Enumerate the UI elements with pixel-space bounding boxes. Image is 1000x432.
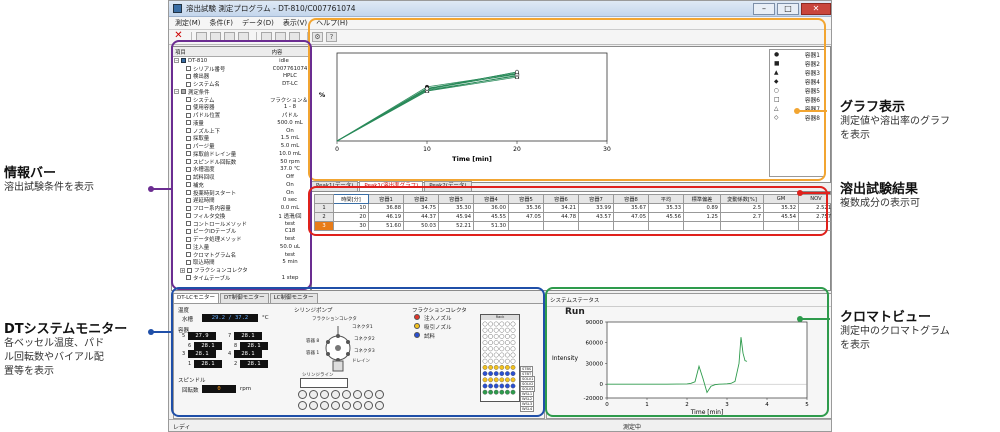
info-highlight-frame	[171, 40, 312, 290]
info-callout: 情報バー 溶出試験条件を表示	[4, 162, 94, 195]
app-icon	[173, 4, 182, 13]
menu-condition[interactable]: 条件(F)	[210, 18, 234, 28]
dt-callout-desc-2: ル回転数やバイアル配	[4, 352, 104, 363]
graph-leader-dot	[794, 108, 800, 114]
chrom-leader-dot	[797, 316, 803, 322]
status-center: 測定中	[623, 424, 642, 431]
info-leader-dot	[148, 186, 154, 192]
dt-callout: DTシステムモニター 各ベッセル温度、パド ル回転数やバイアル配 置等を表示	[4, 318, 127, 379]
status-left: レディ	[173, 424, 191, 431]
dt-leader-dot	[148, 329, 154, 335]
result-leader	[800, 192, 830, 194]
graph-leader	[797, 110, 827, 112]
close-button[interactable]: ✕	[801, 2, 831, 15]
minimize-button[interactable]: –	[753, 2, 775, 15]
info-callout-desc-1: 溶出試験条件を表示	[4, 182, 94, 193]
result-callout: 溶出試験結果 複数成分の表示可	[840, 178, 920, 211]
chrom-callout-title: クロマトビュー	[840, 310, 932, 325]
chrom-highlight-frame	[545, 287, 829, 417]
menu-view[interactable]: 表示(V)	[283, 18, 307, 28]
graph-callout-desc-2: を表示	[840, 130, 870, 141]
chrom-leader	[800, 318, 830, 320]
graph-highlight-frame	[308, 18, 826, 181]
graph-callout: グラフ表示 測定値や溶出率のグラフ を表示	[840, 96, 950, 143]
menu-measure[interactable]: 測定(M)	[175, 18, 201, 28]
info-callout-title: 情報バー	[4, 166, 57, 181]
maximize-button[interactable]: □	[777, 2, 799, 15]
chrom-callout: クロマトビュー 測定中のクロマトグラム を表示	[840, 306, 950, 353]
result-callout-title: 溶出試験結果	[840, 182, 919, 197]
graph-callout-desc-1: 測定値や溶出率のグラフ	[840, 116, 950, 127]
dt-callout-desc-3: 置等を表示	[4, 366, 54, 377]
status-bar: レディ 測定中	[169, 419, 831, 431]
chrom-callout-desc-1: 測定中のクロマトグラム	[840, 326, 950, 337]
result-leader-dot	[797, 190, 803, 196]
window-title: 溶出試験 測定プログラム - DT-810/C007761074	[186, 4, 356, 13]
title-bar[interactable]: 溶出試験 測定プログラム - DT-810/C007761074 – □ ✕	[169, 1, 831, 17]
graph-callout-title: グラフ表示	[840, 100, 906, 115]
result-highlight-frame	[308, 186, 828, 236]
dt-callout-title: DTシステムモニター	[4, 322, 128, 337]
chrom-callout-desc-2: を表示	[840, 340, 870, 351]
dt-highlight-frame	[171, 287, 545, 417]
dt-callout-desc-1: 各ベッセル温度、パド	[4, 338, 105, 349]
menu-data[interactable]: データ(D)	[242, 18, 274, 28]
result-callout-desc-1: 複数成分の表示可	[840, 198, 920, 209]
